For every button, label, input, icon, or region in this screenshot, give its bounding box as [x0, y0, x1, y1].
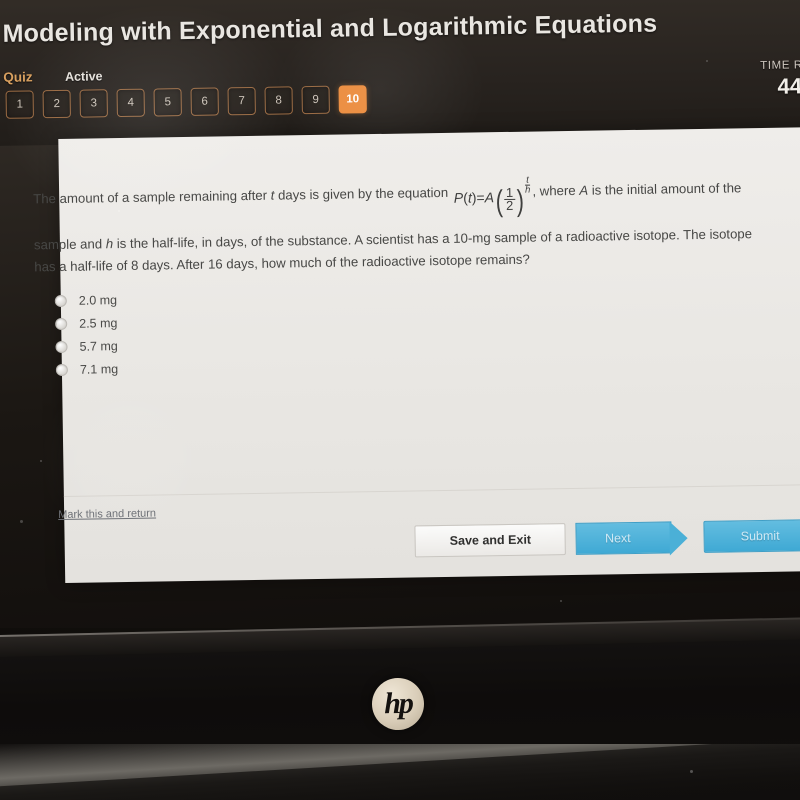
question-number-9[interactable]: 9 — [301, 85, 330, 115]
question-text-part-2: days is given by the equation — [274, 184, 452, 203]
question-text-part-5: sample and — [33, 236, 106, 253]
submit-button[interactable]: Submit — [703, 519, 800, 553]
dust-fleck — [118, 210, 120, 212]
answer-option-2[interactable]: 2.5 mg — [35, 311, 118, 335]
question-number-8[interactable]: 8 — [264, 86, 293, 115]
answer-option-3[interactable]: 5.7 mg — [35, 334, 118, 358]
question-number-10[interactable]: 10 — [338, 85, 367, 114]
laptop-photo: Modeling with Exponential and Logarithmi… — [0, 0, 800, 800]
page-title: Modeling with Exponential and Logarithmi… — [2, 9, 658, 48]
quiz-application: Modeling with Exponential and Logarithmi… — [0, 0, 800, 628]
radio-button-icon[interactable] — [54, 294, 67, 307]
time-remaining-value: 44:0 — [777, 73, 800, 99]
question-text-part-3: , where — [532, 182, 580, 199]
paren-close-icon: ) — [516, 184, 525, 218]
question-number-5[interactable]: 5 — [153, 88, 182, 117]
equation-a: A — [484, 189, 495, 206]
dust-fleck — [40, 460, 42, 462]
dust-fleck — [706, 60, 708, 62]
paren-open-icon: ( — [495, 185, 503, 219]
question-number-2[interactable]: 2 — [42, 89, 71, 119]
answer-option-label: 5.7 mg — [79, 338, 118, 354]
question-number-nav[interactable]: 1 2 3 4 5 6 7 8 9 10 — [5, 85, 367, 119]
fraction-denominator: 2 — [503, 197, 516, 213]
equation-formula: P(t)=A(1 2) t h — [453, 174, 531, 219]
exponent-numerator: t — [526, 174, 529, 186]
question-card: The amount of a sample remaining after t… — [33, 126, 800, 583]
answer-option-1[interactable]: 2.0 mg — [35, 288, 118, 312]
action-buttons: Save and Exit Next Submit — [414, 519, 800, 558]
fraction-one-half: 12 — [503, 185, 516, 213]
variable-a: A — [579, 182, 589, 198]
equation-p: P — [453, 189, 464, 206]
exponent-t-over-h: th — [524, 174, 531, 196]
answer-options[interactable]: 2.0 mg 2.5 mg 5.7 mg 7.1 mg — [35, 288, 119, 381]
laptop-screen: Modeling with Exponential and Logarithmi… — [0, 0, 800, 628]
question-number-7[interactable]: 7 — [227, 86, 256, 116]
mark-this-and-return-link[interactable]: Mark this and return — [58, 508, 156, 522]
dust-fleck — [560, 600, 562, 602]
time-remaining-label: TIME REM — [760, 59, 800, 72]
answer-option-label: 2.0 mg — [78, 292, 118, 308]
quiz-header: Modeling with Exponential and Logarithmi… — [0, 0, 800, 146]
radio-button-icon[interactable] — [55, 340, 68, 353]
question-number-4[interactable]: 4 — [116, 88, 145, 118]
dust-fleck — [690, 770, 693, 773]
question-number-1[interactable]: 1 — [5, 90, 34, 119]
question-text-line-1: The amount of a sample remaining after t… — [33, 171, 800, 219]
answer-option-4[interactable]: 7.1 mg — [36, 357, 119, 381]
time-remaining: TIME REM 44:0 — [651, 59, 800, 102]
question-number-6[interactable]: 6 — [190, 87, 219, 116]
laptop-keyboard-deck — [0, 744, 800, 800]
exponent-denominator: h — [524, 184, 531, 196]
card-footer: Mark this and return Save and Exit Next … — [58, 483, 800, 583]
answer-option-label: 2.5 mg — [79, 315, 118, 331]
question-text-part-4: is the initial amount of the — [587, 180, 742, 198]
question-number-3[interactable]: 3 — [79, 89, 108, 118]
answer-option-label: 7.1 mg — [79, 361, 119, 377]
dust-fleck — [20, 520, 23, 523]
radio-button-icon[interactable] — [55, 363, 68, 376]
question-text-part-1: The amount of a sample remaining after — [33, 187, 271, 207]
hp-logo-text: hp — [383, 686, 413, 721]
breadcrumb: Quiz Active — [3, 67, 103, 87]
save-and-exit-button[interactable]: Save and Exit — [414, 523, 567, 558]
next-button[interactable]: Next — [575, 521, 672, 555]
radio-button-icon[interactable] — [55, 317, 68, 330]
breadcrumb-quiz[interactable]: Quiz — [3, 69, 32, 84]
breadcrumb-status: Active — [64, 69, 103, 84]
